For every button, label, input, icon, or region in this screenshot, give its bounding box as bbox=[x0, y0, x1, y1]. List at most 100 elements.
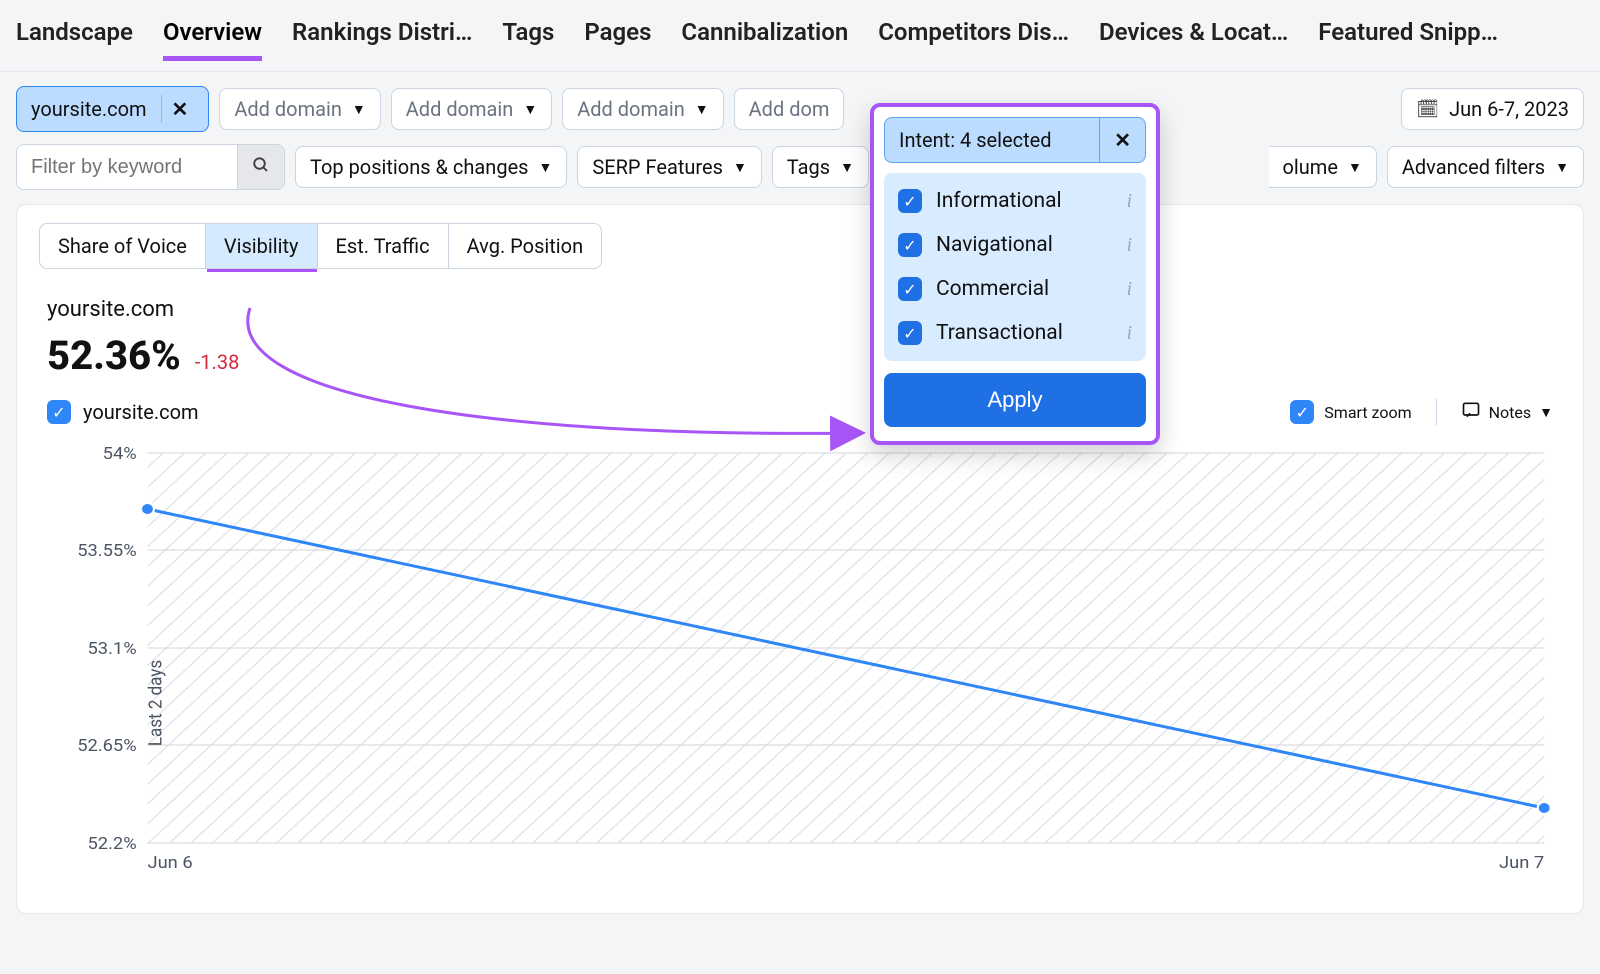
checkbox-icon: ✓ bbox=[898, 321, 922, 345]
legend-row: ✓ yoursite.com ✓ Smart zoom Notes ▼ bbox=[17, 385, 1583, 425]
summary-value: 52.36% bbox=[47, 332, 181, 379]
apply-button[interactable]: Apply bbox=[884, 373, 1146, 427]
tab-tags[interactable]: Tags bbox=[502, 18, 554, 61]
search-button[interactable] bbox=[237, 145, 284, 189]
visibility-chart: 54% 53.55% 53.1% 52.65% 52.2% Last 2 day… bbox=[45, 443, 1555, 883]
separator bbox=[1436, 399, 1437, 425]
pill-label: Top positions & changes bbox=[310, 155, 529, 179]
filter-advanced[interactable]: Advanced filters ▼ bbox=[1387, 146, 1584, 188]
date-range-label: Jun 6-7, 2023 bbox=[1449, 97, 1569, 121]
intent-options: ✓ Informational i ✓ Navigational i ✓ Com… bbox=[884, 173, 1146, 361]
add-domain-4[interactable]: Add dom bbox=[734, 88, 845, 130]
chevron-down-icon: ▼ bbox=[733, 159, 747, 176]
date-range-button[interactable]: 🗓 Jun 6-7, 2023 bbox=[1401, 88, 1584, 130]
chevron-down-icon: ▼ bbox=[695, 101, 709, 118]
y-tick: 52.2% bbox=[88, 835, 137, 854]
y-tick: 52.65% bbox=[77, 737, 137, 756]
x-tick: Jun 7 bbox=[1499, 854, 1544, 873]
tab-landscape[interactable]: Landscape bbox=[16, 18, 133, 61]
tab-overview[interactable]: Overview bbox=[163, 18, 262, 61]
notes-button[interactable]: Notes ▼ bbox=[1461, 400, 1553, 425]
info-icon[interactable]: i bbox=[1126, 322, 1132, 345]
metric-tab-share-of-voice[interactable]: Share of Voice bbox=[39, 223, 206, 269]
pill-label: SERP Features bbox=[592, 155, 723, 179]
domain-chip-selected[interactable]: yoursite.com ✕ bbox=[16, 86, 209, 132]
search-icon bbox=[252, 155, 270, 179]
legend-label-series0: yoursite.com bbox=[83, 400, 199, 424]
intent-option-commercial[interactable]: ✓ Commercial i bbox=[890, 267, 1140, 311]
filter-volume-fragment[interactable]: olume ▼ bbox=[1269, 146, 1377, 188]
chevron-down-icon: ▼ bbox=[1539, 404, 1553, 421]
intent-option-label: Commercial bbox=[936, 277, 1049, 301]
metric-tab-visibility[interactable]: Visibility bbox=[206, 223, 318, 269]
intent-popover: Intent: 4 selected ✕ ✓ Informational i ✓… bbox=[870, 103, 1160, 445]
smart-zoom-toggle[interactable]: ✓ Smart zoom bbox=[1290, 400, 1411, 424]
filter-serp-features[interactable]: SERP Features ▼ bbox=[577, 146, 761, 188]
pill-label: Advanced filters bbox=[1402, 155, 1545, 179]
checkbox-icon: ✓ bbox=[898, 277, 922, 301]
filters-row-2: Top positions & changes ▼ SERP Features … bbox=[16, 144, 1584, 190]
chart-data-point[interactable] bbox=[141, 503, 154, 515]
pill-label: Tags bbox=[787, 155, 830, 179]
intent-popover-header: Intent: 4 selected ✕ bbox=[884, 117, 1146, 163]
intent-header-label: Intent: 4 selected bbox=[885, 118, 1099, 162]
legend-checkbox-series0[interactable]: ✓ bbox=[47, 400, 71, 424]
tab-pages[interactable]: Pages bbox=[584, 18, 651, 61]
close-icon[interactable]: ✕ bbox=[161, 95, 195, 123]
notes-label: Notes bbox=[1489, 403, 1532, 422]
visibility-card: Share of Voice Visibility Est. Traffic A… bbox=[16, 204, 1584, 914]
tab-rankings-distribution[interactable]: Rankings Distri… bbox=[292, 18, 472, 61]
add-domain-2[interactable]: Add domain ▼ bbox=[391, 88, 552, 130]
y-tick: 54% bbox=[103, 445, 137, 464]
chevron-down-icon: ▼ bbox=[1348, 159, 1362, 176]
metric-tab-avg-position[interactable]: Avg. Position bbox=[449, 223, 603, 269]
close-icon[interactable]: ✕ bbox=[1099, 118, 1145, 162]
keyword-filter-input[interactable] bbox=[17, 146, 227, 189]
tab-cannibalization[interactable]: Cannibalization bbox=[681, 18, 848, 61]
filters-row-1: yoursite.com ✕ Add domain ▼ Add domain ▼… bbox=[16, 86, 1584, 132]
chart-data-point[interactable] bbox=[1538, 802, 1551, 814]
chevron-down-icon: ▼ bbox=[352, 101, 366, 118]
metric-tab-est-traffic[interactable]: Est. Traffic bbox=[318, 223, 449, 269]
info-icon[interactable]: i bbox=[1126, 190, 1132, 213]
checkbox-icon: ✓ bbox=[898, 189, 922, 213]
filter-tags[interactable]: Tags ▼ bbox=[772, 146, 869, 188]
info-icon[interactable]: i bbox=[1126, 234, 1132, 257]
chevron-down-icon: ▼ bbox=[523, 101, 537, 118]
smart-zoom-label: Smart zoom bbox=[1324, 403, 1411, 422]
note-icon bbox=[1461, 400, 1481, 425]
add-domain-label: Add dom bbox=[749, 97, 830, 121]
y-tick: 53.55% bbox=[77, 542, 137, 561]
add-domain-label: Add domain bbox=[406, 97, 514, 121]
checkbox-icon: ✓ bbox=[898, 233, 922, 257]
info-icon[interactable]: i bbox=[1126, 278, 1132, 301]
intent-option-navigational[interactable]: ✓ Navigational i bbox=[890, 223, 1140, 267]
intent-option-label: Informational bbox=[936, 189, 1062, 213]
add-domain-3[interactable]: Add domain ▼ bbox=[562, 88, 723, 130]
add-domain-label: Add domain bbox=[234, 97, 342, 121]
intent-option-label: Navigational bbox=[936, 233, 1053, 257]
filter-top-positions[interactable]: Top positions & changes ▼ bbox=[295, 146, 567, 188]
tab-competitors-discovery[interactable]: Competitors Dis… bbox=[878, 18, 1069, 61]
tab-featured-snippets[interactable]: Featured Snipp… bbox=[1318, 18, 1498, 61]
summary-block: yoursite.com 52.36% -1.38 bbox=[17, 269, 1583, 385]
domain-chip-label: yoursite.com bbox=[31, 97, 147, 121]
summary-delta: -1.38 bbox=[195, 350, 240, 374]
metric-tabs: Share of Voice Visibility Est. Traffic A… bbox=[17, 205, 1583, 269]
chevron-down-icon: ▼ bbox=[539, 159, 553, 176]
tab-devices-locations[interactable]: Devices & Locat… bbox=[1099, 18, 1288, 61]
intent-option-informational[interactable]: ✓ Informational i bbox=[890, 179, 1140, 223]
x-tick: Jun 6 bbox=[147, 854, 192, 873]
summary-site: yoursite.com bbox=[47, 297, 1555, 322]
filters-area: yoursite.com ✕ Add domain ▼ Add domain ▼… bbox=[0, 72, 1600, 190]
y-axis-label: Last 2 days bbox=[146, 660, 167, 746]
add-domain-label: Add domain bbox=[577, 97, 685, 121]
intent-option-transactional[interactable]: ✓ Transactional i bbox=[890, 311, 1140, 355]
top-tabbar: Landscape Overview Rankings Distri… Tags… bbox=[0, 0, 1600, 72]
calendar-icon: 🗓 bbox=[1416, 99, 1439, 120]
chevron-down-icon: ▼ bbox=[840, 159, 854, 176]
keyword-filter-group bbox=[16, 144, 285, 190]
chevron-down-icon: ▼ bbox=[1555, 159, 1569, 176]
intent-option-label: Transactional bbox=[936, 321, 1063, 345]
add-domain-1[interactable]: Add domain ▼ bbox=[219, 88, 380, 130]
